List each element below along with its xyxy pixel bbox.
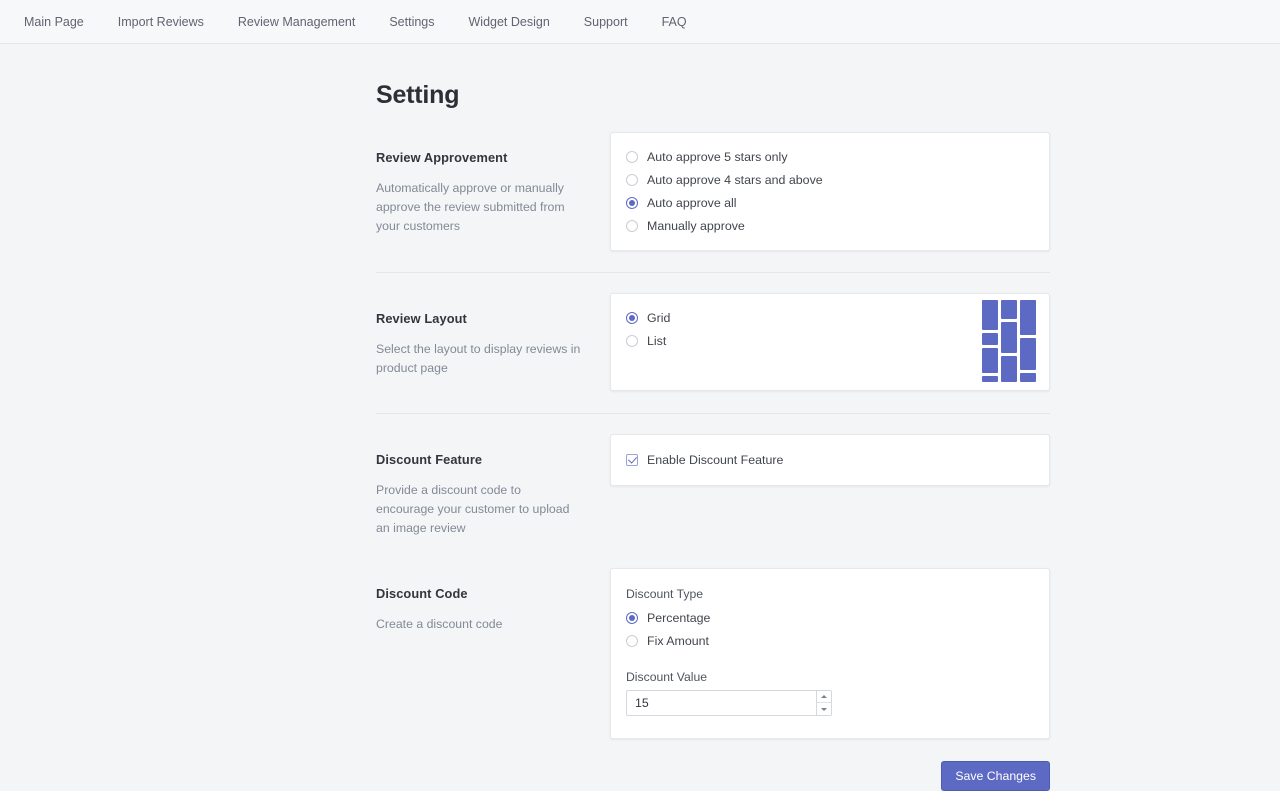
section-discount-code-title: Discount Code [376,586,468,602]
radio-indicator-selected[interactable] [626,312,638,324]
nav-item-main-page[interactable]: Main Page [24,0,101,44]
section-approvement-title: Review Approvement [376,150,508,165]
section-discount-feature-subtitle: Provide a discount code to encourage you… [376,483,570,536]
checkbox-label: Enable Discount Feature [647,453,784,467]
radio-label: Auto approve all [647,196,737,210]
save-changes-button[interactable]: Save Changes [941,761,1050,791]
radio-option-manually-approve[interactable]: Manually approve [626,219,1049,233]
section-approvement-subtitle: Automatically approve or manually approv… [376,181,565,234]
section-approvement-content: Auto approve 5 stars only Auto approve 4… [610,132,1050,251]
section-layout-title: Review Layout [376,311,467,326]
radio-indicator[interactable] [626,335,638,347]
page-title: Setting [376,81,460,109]
section-discount-code-description: Discount Code Create a discount code [376,568,610,634]
radio-indicator-selected[interactable] [626,612,638,625]
layout-options-card: Grid List [610,293,1050,391]
nav-item-review-management[interactable]: Review Management [238,0,372,44]
discount-value-input[interactable] [626,690,817,717]
radio-option-auto-approve-4-stars-and-above[interactable]: Auto approve 4 stars and above [626,173,1049,187]
section-discount-feature-title: Discount Feature [376,452,483,467]
radio-indicator[interactable] [626,151,638,163]
nav-item-import-reviews[interactable]: Import Reviews [118,0,221,44]
section-layout-subtitle: Select the layout to display reviews in … [376,342,581,376]
grid-preview-block [982,300,998,330]
radio-option-auto-approve-5-stars[interactable]: Auto approve 5 stars only [626,150,1049,164]
radio-indicator-selected[interactable] [626,197,638,209]
approvement-options-card: Auto approve 5 stars only Auto approve 4… [610,132,1050,251]
section-approvement-description: Review Approvement Automatically approve… [376,132,610,236]
section-layout-content: Grid List [610,293,1050,391]
discount-value-label: Discount Value [626,670,708,685]
grid-preview-block [982,348,998,373]
grid-preview-column [1001,300,1017,382]
section-discount-feature-content: Enable Discount Feature [610,434,1050,486]
section-discount-code-content: Discount Type Percentage Fix Amount Disc… [610,568,1050,740]
radio-option-fix-amount[interactable]: Fix Amount [626,634,1049,648]
radio-label: Auto approve 5 stars only [647,150,788,164]
checkbox-indicator-checked[interactable] [626,454,638,466]
increment-icon[interactable] [817,691,831,704]
nav-item-support[interactable]: Support [584,0,645,44]
nav-item-faq[interactable]: FAQ [662,0,704,44]
radio-option-percentage[interactable]: Percentage [626,611,1049,625]
section-discount-feature: Discount Feature Provide a discount code… [376,434,1050,538]
discount-feature-card: Enable Discount Feature [610,434,1050,486]
grid-preview-block [1001,300,1017,319]
grid-preview-block [982,333,998,345]
grid-layout-preview-icon [981,299,1037,382]
section-layout-description: Review Layout Select the layout to displ… [376,293,610,378]
radio-indicator[interactable] [626,220,638,232]
radio-label: Manually approve [647,219,745,233]
page-header: Setting [376,81,1050,110]
radio-label: Fix Amount [647,634,709,649]
grid-preview-block [1001,356,1017,382]
section-discount-feature-description: Discount Feature Provide a discount code… [376,434,610,538]
discount-value-stepper [626,690,832,717]
radio-indicator[interactable] [626,635,638,648]
grid-preview-block [982,376,998,382]
section-discount-code: Discount Code Create a discount code Dis… [376,568,1050,740]
radio-indicator[interactable] [626,174,638,186]
nav-item-widget-design[interactable]: Widget Design [469,0,567,44]
section-divider [376,413,1050,414]
section-discount-code-subtitle: Create a discount code [376,617,503,632]
grid-preview-column [1020,300,1036,382]
grid-preview-block [1020,338,1036,370]
grid-preview-column [982,300,998,382]
section-review-layout: Review Layout Select the layout to displ… [376,293,1050,391]
radio-label: Grid [647,311,671,325]
grid-preview-block [1020,373,1036,382]
discount-type-label: Discount Type [626,587,704,602]
footer-actions: Save Changes [376,761,1050,791]
section-review-approvement: Review Approvement Automatically approve… [376,132,1050,251]
settings-page: Setting Review Approvement Automatically… [0,81,1280,791]
radio-label: Percentage [647,611,711,626]
section-divider [376,272,1050,273]
top-navigation-bar: Main Page Import Reviews Review Manageme… [0,0,1280,44]
nav-item-settings[interactable]: Settings [389,0,451,44]
decrement-icon[interactable] [817,703,831,715]
discount-code-card: Discount Type Percentage Fix Amount Disc… [610,568,1050,740]
grid-preview-block [1001,322,1017,353]
radio-label: Auto approve 4 stars and above [647,173,823,187]
radio-label: List [647,334,667,348]
stepper-buttons [817,690,832,717]
checkbox-enable-discount-feature[interactable]: Enable Discount Feature [626,453,783,467]
radio-option-auto-approve-all[interactable]: Auto approve all [626,196,1049,210]
grid-preview-block [1020,300,1036,335]
